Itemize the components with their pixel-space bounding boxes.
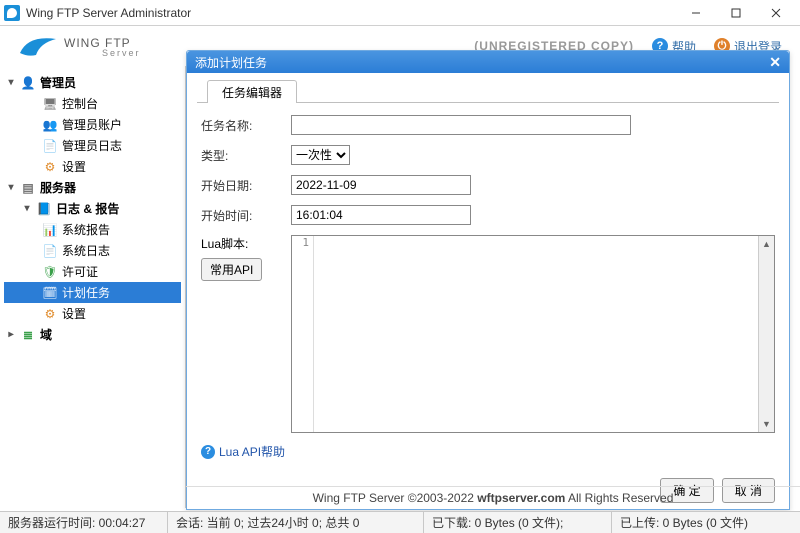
logo-icon bbox=[18, 33, 58, 59]
console-icon: 🖥 bbox=[42, 96, 58, 112]
dialog-title: 添加计划任务 bbox=[195, 54, 267, 71]
minimize-button[interactable] bbox=[676, 1, 716, 25]
scroll-down-icon[interactable]: ▼ bbox=[759, 416, 774, 432]
editor-gutter: 1 bbox=[292, 236, 314, 432]
common-api-button[interactable]: 常用API bbox=[201, 258, 262, 281]
sysreport-icon: 📊 bbox=[42, 222, 58, 238]
tree-logs-reports[interactable]: ▾📘日志 & 报告 bbox=[4, 198, 181, 219]
tree-sys-report[interactable]: 📊系统报告 bbox=[4, 219, 181, 240]
tree-settings-2[interactable]: ⚙设置 bbox=[4, 303, 181, 324]
account-icon: 👥 bbox=[42, 117, 58, 133]
sidebar: ▾👤管理员 🖥控制台 👥管理员账户 📄管理员日志 ⚙设置 ▾▤服务器 ▾📘日志 … bbox=[0, 66, 186, 508]
window-controls bbox=[676, 1, 796, 25]
tree-tasks[interactable]: 🗓计划任务 bbox=[4, 282, 181, 303]
status-download: 已下载: 0 Bytes (0 文件); bbox=[424, 512, 612, 533]
content-area: 添加计划任务 ✕ 任务编辑器 任务名称: 类型: 一次性 bbox=[186, 66, 800, 508]
shield-icon: 🛡 bbox=[42, 264, 58, 280]
chevron-down-icon: ▾ bbox=[6, 182, 16, 193]
logo-sub: Server bbox=[102, 48, 141, 58]
tree-console[interactable]: 🖥控制台 bbox=[4, 93, 181, 114]
dialog-close-icon[interactable]: ✕ bbox=[769, 54, 781, 71]
add-task-dialog: 添加计划任务 ✕ 任务编辑器 任务名称: 类型: 一次性 bbox=[186, 50, 790, 510]
dialog-titlebar: 添加计划任务 ✕ bbox=[187, 51, 789, 73]
logo-text: WING FTP Server bbox=[64, 34, 141, 58]
tree-admin-account[interactable]: 👥管理员账户 bbox=[4, 114, 181, 135]
task-name-label: 任务名称: bbox=[201, 117, 291, 134]
tree-license[interactable]: 🛡许可证 bbox=[4, 261, 181, 282]
log-icon: 📄 bbox=[42, 138, 58, 154]
scroll-up-icon[interactable]: ▲ bbox=[759, 236, 774, 252]
stack-icon: ≣ bbox=[20, 327, 36, 343]
tab-task-editor[interactable]: 任务编辑器 bbox=[207, 80, 297, 103]
tree-settings-1[interactable]: ⚙设置 bbox=[4, 156, 181, 177]
status-uptime: 服务器运行时间: 00:04:27 bbox=[0, 512, 168, 533]
copyright-suffix: All Rights Reserved bbox=[565, 491, 673, 505]
gear-icon: ⚙ bbox=[42, 159, 58, 175]
tree-sys-log[interactable]: 📄系统日志 bbox=[4, 240, 181, 261]
copyright-link[interactable]: wftpserver.com bbox=[477, 491, 565, 505]
main-area: ▾👤管理员 🖥控制台 👥管理员账户 📄管理员日志 ⚙设置 ▾▤服务器 ▾📘日志 … bbox=[0, 66, 800, 508]
status-upload: 已上传: 0 Bytes (0 文件) bbox=[612, 512, 800, 533]
tab-strip: 任务编辑器 bbox=[197, 79, 779, 103]
copyright-prefix: Wing FTP Server ©2003-2022 bbox=[313, 491, 478, 505]
tree-admin[interactable]: ▾👤管理员 bbox=[4, 72, 181, 93]
task-type-label: 类型: bbox=[201, 147, 291, 164]
editor-scrollbar[interactable]: ▲ ▼ bbox=[758, 236, 774, 432]
tree-admin-log[interactable]: 📄管理员日志 bbox=[4, 135, 181, 156]
status-bar: 服务器运行时间: 00:04:27 会话: 当前 0; 过去24小时 0; 总共… bbox=[0, 511, 800, 533]
lua-api-help-link[interactable]: ? Lua API帮助 bbox=[201, 443, 775, 460]
help-link-label: Lua API帮助 bbox=[219, 443, 285, 460]
window-title: Wing FTP Server Administrator bbox=[26, 6, 676, 20]
status-sessions: 会话: 当前 0; 过去24小时 0; 总共 0 bbox=[168, 512, 424, 533]
start-time-input[interactable] bbox=[291, 205, 471, 225]
maximize-button[interactable] bbox=[716, 1, 756, 25]
lua-editor[interactable]: 1 ▲ ▼ bbox=[291, 235, 775, 433]
logo: WING FTP Server bbox=[18, 33, 141, 59]
window-titlebar: Wing FTP Server Administrator bbox=[0, 0, 800, 26]
report-icon: 📘 bbox=[36, 201, 52, 217]
server-icon: ▤ bbox=[20, 180, 36, 196]
syslog-icon: 📄 bbox=[42, 243, 58, 259]
task-form: 任务名称: 类型: 一次性 开始日期: 开始时间: bbox=[197, 103, 779, 460]
app-icon bbox=[4, 5, 20, 21]
chevron-right-icon: ▸ bbox=[6, 329, 16, 340]
task-type-select[interactable]: 一次性 bbox=[291, 145, 350, 165]
close-button[interactable] bbox=[756, 1, 796, 25]
copyright-footer: Wing FTP Server ©2003-2022 wftpserver.co… bbox=[186, 486, 800, 509]
tree-domain[interactable]: ▸≣域 bbox=[4, 324, 181, 345]
task-name-input[interactable] bbox=[291, 115, 631, 135]
start-date-input[interactable] bbox=[291, 175, 471, 195]
start-date-label: 开始日期: bbox=[201, 177, 291, 194]
tree-server[interactable]: ▾▤服务器 bbox=[4, 177, 181, 198]
lua-script-label: Lua脚本: bbox=[201, 235, 291, 252]
editor-textarea[interactable] bbox=[314, 236, 774, 432]
start-time-label: 开始时间: bbox=[201, 207, 291, 224]
help-icon: ? bbox=[201, 445, 215, 459]
task-icon: 🗓 bbox=[42, 285, 58, 301]
dialog-body: 任务编辑器 任务名称: 类型: 一次性 开始日期: bbox=[187, 73, 789, 473]
gear-icon: ⚙ bbox=[42, 306, 58, 322]
chevron-down-icon: ▾ bbox=[22, 203, 32, 214]
user-icon: 👤 bbox=[20, 75, 36, 91]
chevron-down-icon: ▾ bbox=[6, 77, 16, 88]
